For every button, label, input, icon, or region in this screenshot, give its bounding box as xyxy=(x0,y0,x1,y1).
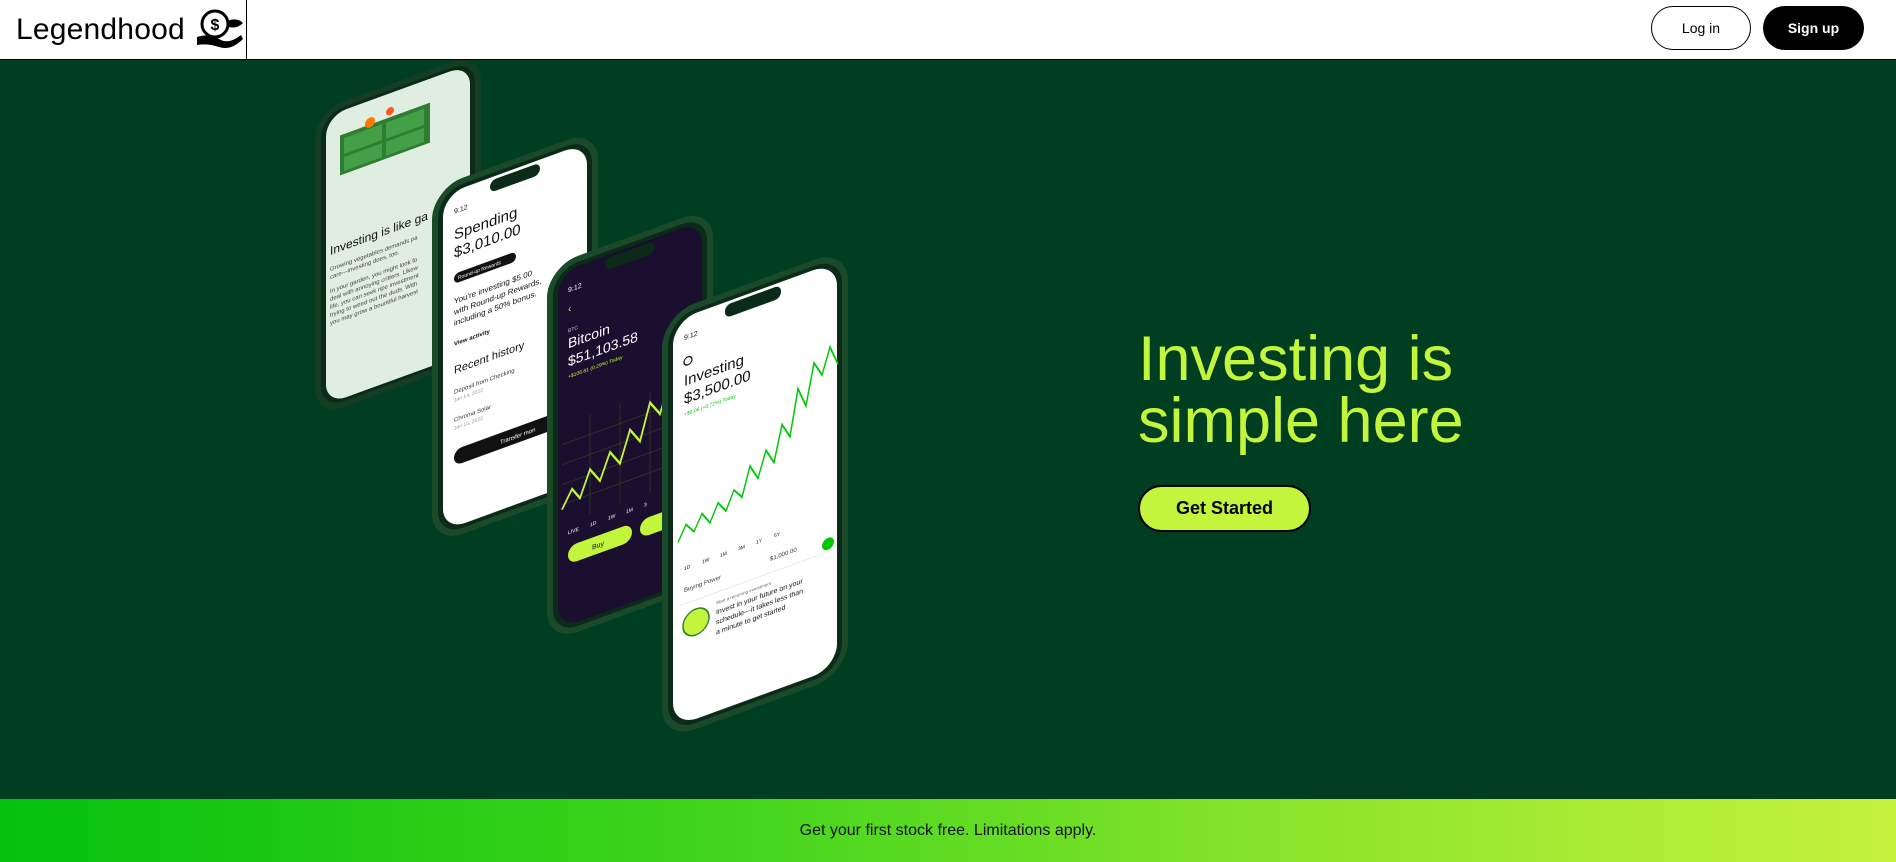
phone-investing: 9:12 Investing $3,500.00 +$0.06 (+0.72%)… xyxy=(662,257,848,732)
brand[interactable]: Legendhood $ xyxy=(0,0,247,60)
phones-illustration: Investing is like ga Growing vegetables … xyxy=(315,60,848,732)
bitcoin-range-4: 3 xyxy=(644,502,647,509)
hero-section: Investing is like ga Growing vegetables … xyxy=(0,60,1896,799)
login-button[interactable]: Log in xyxy=(1651,6,1751,50)
promo-banner: Get your first stock free. Limitations a… xyxy=(0,799,1896,862)
hero-title: Investing is simple here xyxy=(1138,324,1464,456)
hand-dollar-coin-icon: $ xyxy=(196,9,243,48)
site-header: Legendhood $ Log in Sign up xyxy=(0,0,1896,60)
signup-button[interactable]: Sign up xyxy=(1763,6,1864,50)
svg-text:‹: ‹ xyxy=(568,303,571,315)
hero-title-line-2: simple here xyxy=(1138,386,1464,456)
get-started-button[interactable]: Get Started xyxy=(1138,485,1311,532)
svg-text:$: $ xyxy=(210,17,219,34)
hero-title-line-1: Investing is xyxy=(1138,324,1454,394)
promo-text: Get your first stock free. Limitations a… xyxy=(799,821,1097,839)
brand-name: Legendhood xyxy=(16,13,185,46)
